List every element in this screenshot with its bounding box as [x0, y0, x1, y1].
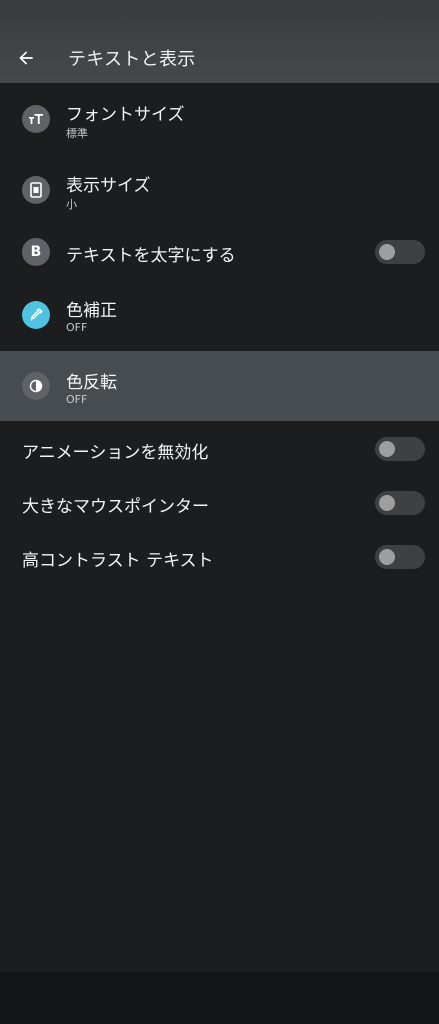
- toggle-knob: [379, 244, 395, 260]
- setting-title: テキストを太字にする: [66, 246, 236, 266]
- arrow-left-icon: [19, 51, 33, 65]
- setting-title: 色補正: [66, 301, 117, 321]
- setting-display-size[interactable]: 表示サイズ 小: [0, 160, 439, 220]
- setting-subtitle: OFF: [66, 321, 88, 334]
- navigation-bar: [0, 972, 439, 1024]
- setting-title: フォントサイズ: [66, 105, 185, 125]
- color-inversion-icon: [22, 372, 50, 400]
- setting-title: 表示サイズ: [66, 176, 151, 196]
- setting-remove-animations[interactable]: アニメーションを無効化: [0, 422, 439, 476]
- toggle-knob: [379, 441, 395, 457]
- setting-subtitle: 標準: [66, 127, 88, 140]
- setting-large-mouse-pointer[interactable]: 大きなマウスポインター: [0, 476, 439, 530]
- font-size-icon: [22, 105, 50, 133]
- high-contrast-text-toggle[interactable]: [375, 545, 425, 569]
- setting-font-size[interactable]: フォントサイズ 標準: [0, 90, 439, 150]
- display-size-icon: [22, 176, 50, 204]
- setting-high-contrast-text[interactable]: 高コントラスト テキスト: [0, 530, 439, 584]
- bold-icon: B: [22, 238, 50, 266]
- setting-color-correction[interactable]: 色補正 OFF: [0, 286, 439, 346]
- setting-title: 色反転: [66, 373, 117, 393]
- toggle-knob: [379, 495, 395, 511]
- toggle-knob: [379, 549, 395, 565]
- screen: テキストと表示 フォントサイズ 標準 表示サイズ 小 B テキストを太字にする: [0, 0, 439, 1024]
- back-button[interactable]: [8, 40, 44, 76]
- bold-text-toggle[interactable]: [375, 240, 425, 264]
- eyedropper-icon: [22, 301, 50, 329]
- app-bar: テキストと表示: [0, 0, 439, 83]
- setting-subtitle: 小: [66, 198, 77, 211]
- setting-title: アニメーションを無効化: [22, 443, 209, 463]
- setting-title: 高コントラスト テキスト: [22, 551, 214, 571]
- page-title: テキストと表示: [68, 49, 196, 70]
- setting-subtitle: OFF: [66, 393, 88, 406]
- setting-title: 大きなマウスポインター: [22, 497, 209, 517]
- large-mouse-pointer-toggle[interactable]: [375, 491, 425, 515]
- setting-color-inversion[interactable]: 色反転 OFF: [0, 351, 439, 421]
- setting-bold-text[interactable]: B テキストを太字にする: [0, 224, 439, 280]
- remove-animations-toggle[interactable]: [375, 437, 425, 461]
